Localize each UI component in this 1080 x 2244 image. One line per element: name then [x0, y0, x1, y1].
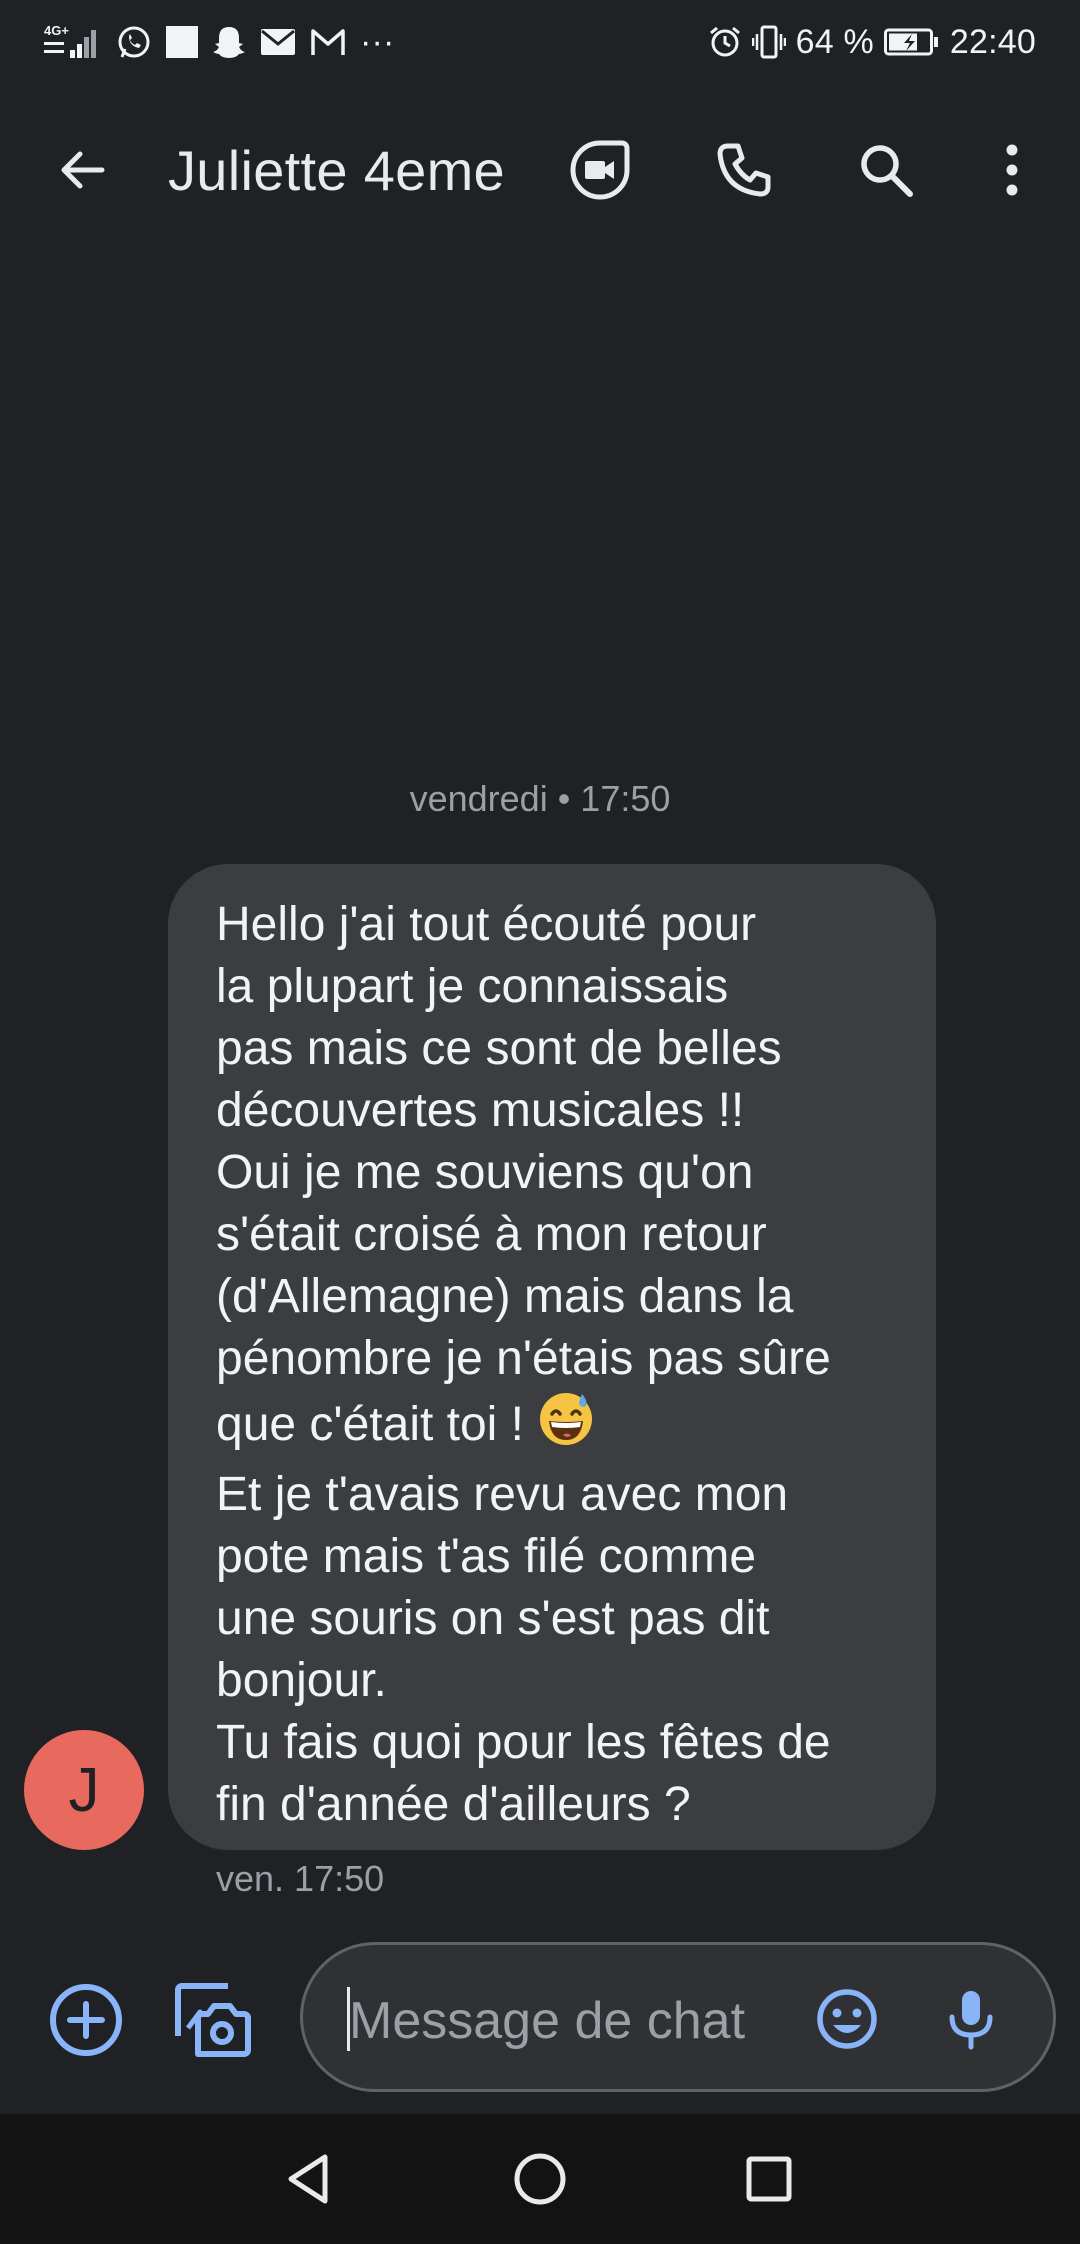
snapchat-icon: [212, 24, 246, 60]
message-text-part-1: Hello j'ai tout écouté pour la plupart j…: [216, 898, 831, 1451]
arrow-back-icon: [61, 151, 105, 189]
more-vert-icon: [1006, 144, 1018, 196]
emoji-button[interactable]: [809, 1981, 885, 2057]
nav-back-button[interactable]: [274, 2144, 344, 2214]
nav-home-button[interactable]: [505, 2144, 575, 2214]
search-icon: [861, 145, 913, 197]
message-bubble[interactable]: Hello j'ai tout écouté pour la plupart j…: [168, 864, 936, 1850]
status-bar: 4G+ ··· 64 % 22:40: [0, 0, 1080, 84]
triangle-back-icon: [288, 2154, 328, 2204]
circle-home-icon: [514, 2153, 566, 2205]
whatsapp-icon: [116, 24, 152, 60]
system-navigation-bar: [0, 2114, 1080, 2244]
square-notification-icon: [166, 24, 198, 60]
message-input-placeholder: Message de chat: [349, 1992, 746, 2050]
grinning-sweat-emoji-icon: [537, 1390, 595, 1464]
phone-call-button[interactable]: [706, 132, 782, 208]
add-attachment-button[interactable]: [46, 1980, 126, 2060]
video-call-icon: [570, 140, 630, 200]
vibrate-icon: [751, 24, 786, 60]
date-separator: vendredi • 17:50: [409, 778, 671, 819]
search-button[interactable]: [848, 132, 924, 208]
battery-charging-icon: [883, 27, 940, 57]
contact-avatar[interactable]: J: [24, 1730, 144, 1850]
status-bar-right: 64 % 22:40: [708, 18, 1036, 66]
gmail-icon: [310, 27, 346, 57]
mic-icon: [949, 1991, 993, 2050]
square-recents-icon: [746, 2156, 792, 2202]
message-text-part-2: Et je t'avais revu avec mon pote mais t'…: [216, 1468, 831, 1831]
more-notifications-indicator: ···: [360, 22, 395, 61]
avatar-initial: J: [68, 1755, 100, 1825]
mail-icon: [260, 27, 296, 57]
conversation-title: Juliette 4eme: [168, 139, 505, 202]
phone-icon: [717, 143, 771, 197]
status-bar-left: 4G+ ···: [44, 18, 395, 66]
photo-camera-icon: [175, 1983, 251, 2057]
message-timestamp: ven. 17:50: [216, 1858, 385, 1899]
clock: 22:40: [949, 22, 1036, 61]
more-options-button[interactable]: [974, 132, 1050, 208]
message-text: Hello j'ai tout écouté pour la plupart j…: [216, 894, 888, 1836]
add-circle-icon: [50, 1984, 122, 2056]
app-bar: Juliette 4eme: [0, 110, 1080, 230]
battery-percent: 64 %: [795, 22, 874, 61]
screen: 4G+ ··· 64 % 22:40 Juliette 4eme vendred…: [0, 0, 1080, 2244]
emoji-icon: [817, 1989, 877, 2049]
back-button[interactable]: [44, 132, 120, 208]
voice-input-button[interactable]: [933, 1981, 1009, 2057]
signal-icon: 4G+: [44, 22, 102, 62]
message-input[interactable]: Message de chat: [300, 1942, 1056, 2092]
nav-recents-button[interactable]: [734, 2144, 804, 2214]
video-call-button[interactable]: [562, 132, 638, 208]
network-type-label: 4G+: [44, 23, 69, 38]
gallery-camera-button[interactable]: [170, 1978, 254, 2062]
alarm-icon: [708, 25, 742, 59]
